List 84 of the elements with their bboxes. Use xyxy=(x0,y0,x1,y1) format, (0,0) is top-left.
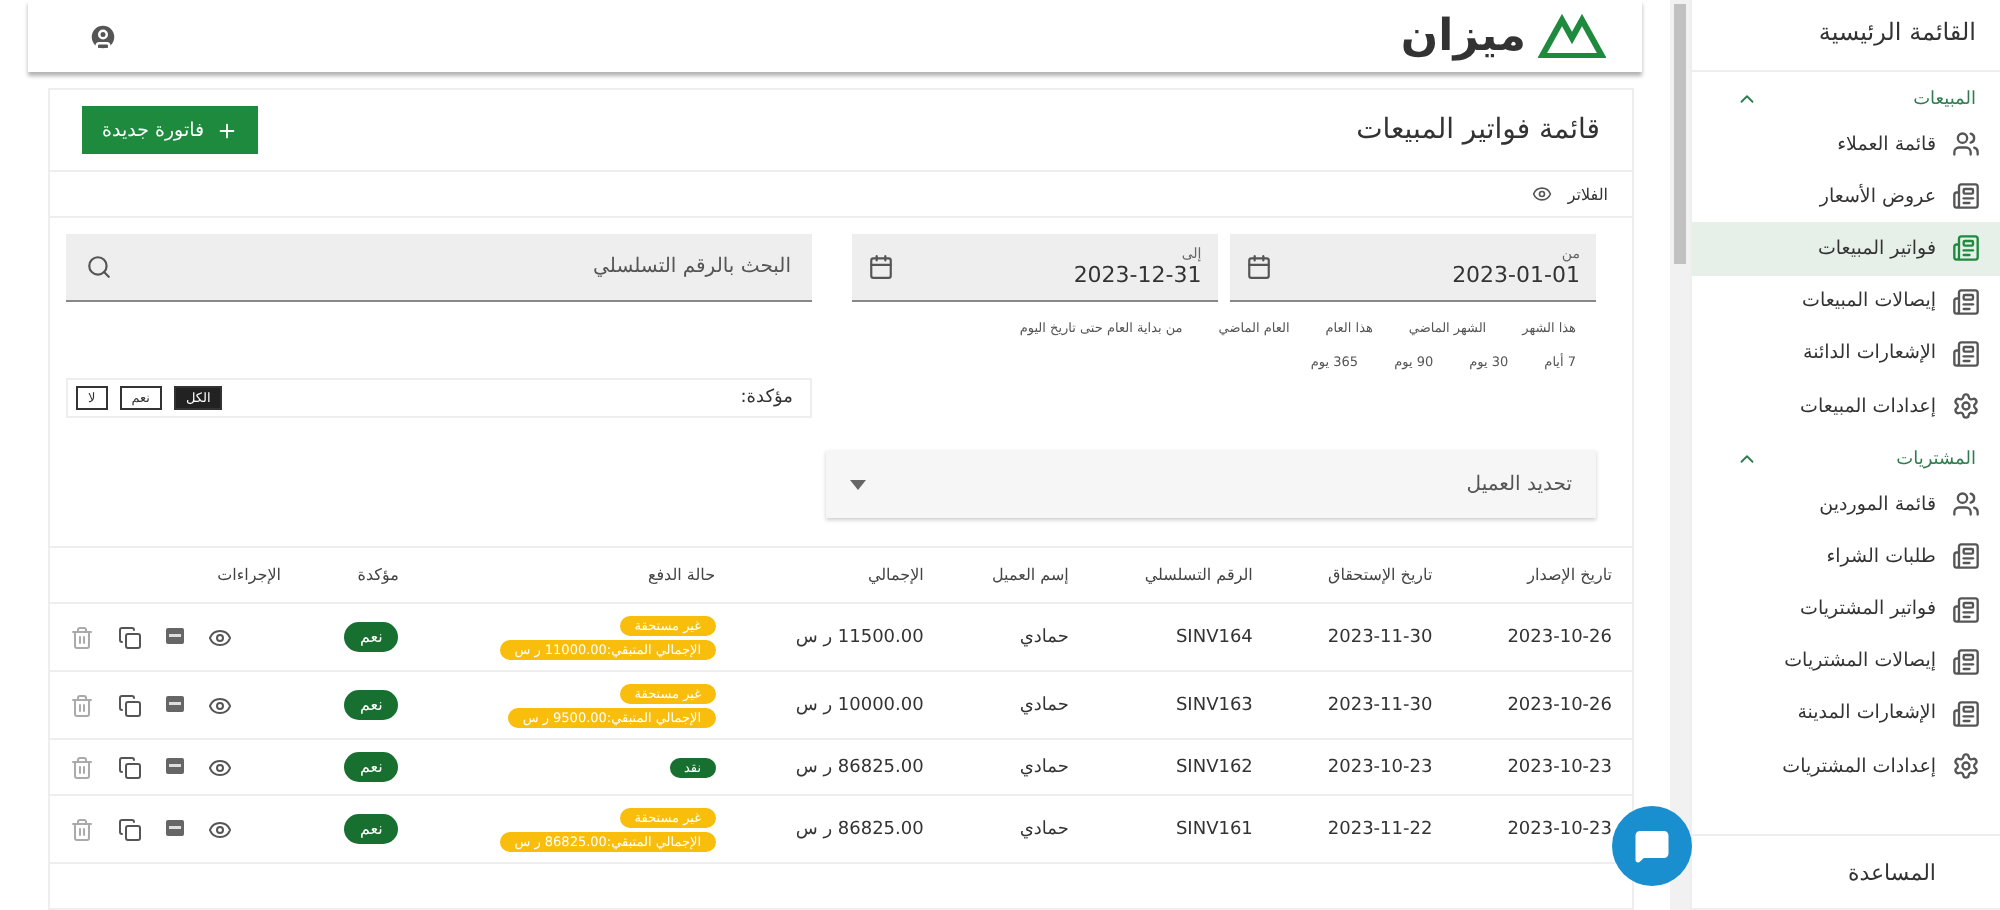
caret-icon xyxy=(850,479,866,489)
confirmed-badge: نعم xyxy=(343,690,399,720)
column-header: تاريخ الإستحقاق xyxy=(1272,547,1453,603)
table-cell: SINV161 xyxy=(1088,795,1273,863)
calendar-icon[interactable] xyxy=(867,254,893,280)
people-icon xyxy=(1952,130,1980,159)
view-icon[interactable] xyxy=(208,755,232,779)
logo-text: ميزان xyxy=(1400,11,1526,61)
confirmed-badge: نعم xyxy=(343,752,399,782)
table-cell: 2023-10-23 xyxy=(1452,739,1632,795)
chat-button[interactable] xyxy=(1612,806,1692,886)
table-cell: حمادي xyxy=(943,603,1089,671)
document-icon xyxy=(1952,287,1980,316)
plus-icon xyxy=(216,119,239,141)
sidebar-item[interactable]: الإشعارات المدينة xyxy=(1692,687,2000,741)
copy-icon[interactable] xyxy=(118,693,142,717)
column-header: الإجمالي xyxy=(735,547,944,603)
table-cell: 2023-10-26 xyxy=(1452,671,1632,739)
table-cell: 86825.00 ر س xyxy=(735,795,944,863)
document-icon xyxy=(1952,595,1980,624)
account-icon[interactable] xyxy=(88,21,118,51)
column-header: تاريخ الإصدار xyxy=(1452,547,1632,603)
column-header: حالة الدفع xyxy=(418,547,736,603)
column-header: الإجراءات xyxy=(50,547,301,603)
sidebar-item[interactable]: فواتير المشتريات xyxy=(1692,583,2000,636)
copy-icon[interactable] xyxy=(118,755,142,779)
table-cell: حمادي xyxy=(943,739,1089,795)
new-invoice-button[interactable]: فاتورة جديدة xyxy=(82,106,259,154)
document-icon xyxy=(1952,234,1980,263)
table-cell: 86825.00 ر س xyxy=(735,739,944,795)
table-cell: 10000.00 ر س xyxy=(735,671,944,739)
view-icon[interactable] xyxy=(208,693,232,717)
search-icon xyxy=(86,254,112,280)
table-cell: 2023-11-30 xyxy=(1272,671,1453,739)
page-title: قائمة فواتير المبيعات xyxy=(1356,114,1600,146)
group-label[interactable]: المبيعات xyxy=(1913,89,1976,109)
help-link[interactable]: المساعدة xyxy=(1692,834,2000,910)
table-cell: حمادي xyxy=(943,795,1089,863)
document-icon xyxy=(1952,339,1980,368)
sidebar-item[interactable]: قائمة العملاء xyxy=(1692,118,2000,171)
settings-icon xyxy=(1952,752,1980,781)
document-icon xyxy=(1952,182,1980,211)
people-icon xyxy=(1952,490,1980,519)
table-cell: SINV163 xyxy=(1088,671,1273,739)
group-label[interactable]: المشتريات xyxy=(1896,449,1976,470)
table-cell: 2023-10-23 xyxy=(1272,739,1453,795)
sidebar-item[interactable]: إيصالات المشتريات xyxy=(1692,635,2000,688)
table-cell: 11500.00 ر س xyxy=(735,603,944,671)
table-cell: 2023-10-26 xyxy=(1452,603,1632,671)
sidebar-item[interactable]: إعدادات المشتريات xyxy=(1692,740,2000,793)
filters-label[interactable]: الفلاتر xyxy=(1567,185,1608,203)
eye-icon[interactable] xyxy=(1531,184,1552,204)
document-icon xyxy=(1952,542,1980,571)
sidebar-item[interactable]: الإشعارات الدائنة xyxy=(1692,327,2000,380)
sidebar-item[interactable]: فواتير المبيعات xyxy=(1692,222,2000,276)
column-header: إسم العميل xyxy=(943,547,1089,603)
calendar-icon[interactable] xyxy=(1245,254,1272,280)
settings-icon xyxy=(1952,392,1980,421)
copy-icon[interactable] xyxy=(118,625,142,649)
copy-icon[interactable] xyxy=(118,817,142,841)
sidebar-item[interactable]: إعدادات المبيعات xyxy=(1692,379,2000,433)
confirmed-badge: نعم xyxy=(343,622,399,652)
view-icon[interactable] xyxy=(208,817,232,841)
sidebar-item[interactable]: إيصالات المبيعات xyxy=(1692,275,2000,328)
view-icon[interactable] xyxy=(208,625,232,649)
document-icon xyxy=(1952,699,1980,728)
document-icon xyxy=(1952,647,1980,676)
table-cell: حمادي xyxy=(943,671,1089,739)
sidebar-item[interactable]: عروض الأسعار xyxy=(1692,170,2000,223)
column-header: مؤكدة xyxy=(301,547,419,603)
customer-select[interactable]: تحديد العميل xyxy=(826,450,1596,518)
search-field[interactable]: البحث بالرقم التسلسلي xyxy=(66,234,811,302)
table-cell: 2023-11-22 xyxy=(1272,795,1453,863)
chat-icon xyxy=(1634,828,1670,864)
sidebar-title: القائمة الرئيسية xyxy=(1692,0,2000,72)
confirmed-label: مؤكدة: xyxy=(740,388,793,408)
table-cell: 2023-11-30 xyxy=(1272,603,1453,671)
confirmed-badge: نعم xyxy=(343,814,399,844)
logo-icon xyxy=(1538,14,1606,58)
sidebar-item[interactable]: طلبات الشراء xyxy=(1692,530,2000,583)
sidebar-item[interactable]: قائمة الموردين xyxy=(1692,478,2000,531)
table-cell: SINV164 xyxy=(1088,603,1273,671)
table-cell: SINV162 xyxy=(1088,739,1273,795)
column-header: الرقم التسلسلي xyxy=(1088,547,1273,603)
